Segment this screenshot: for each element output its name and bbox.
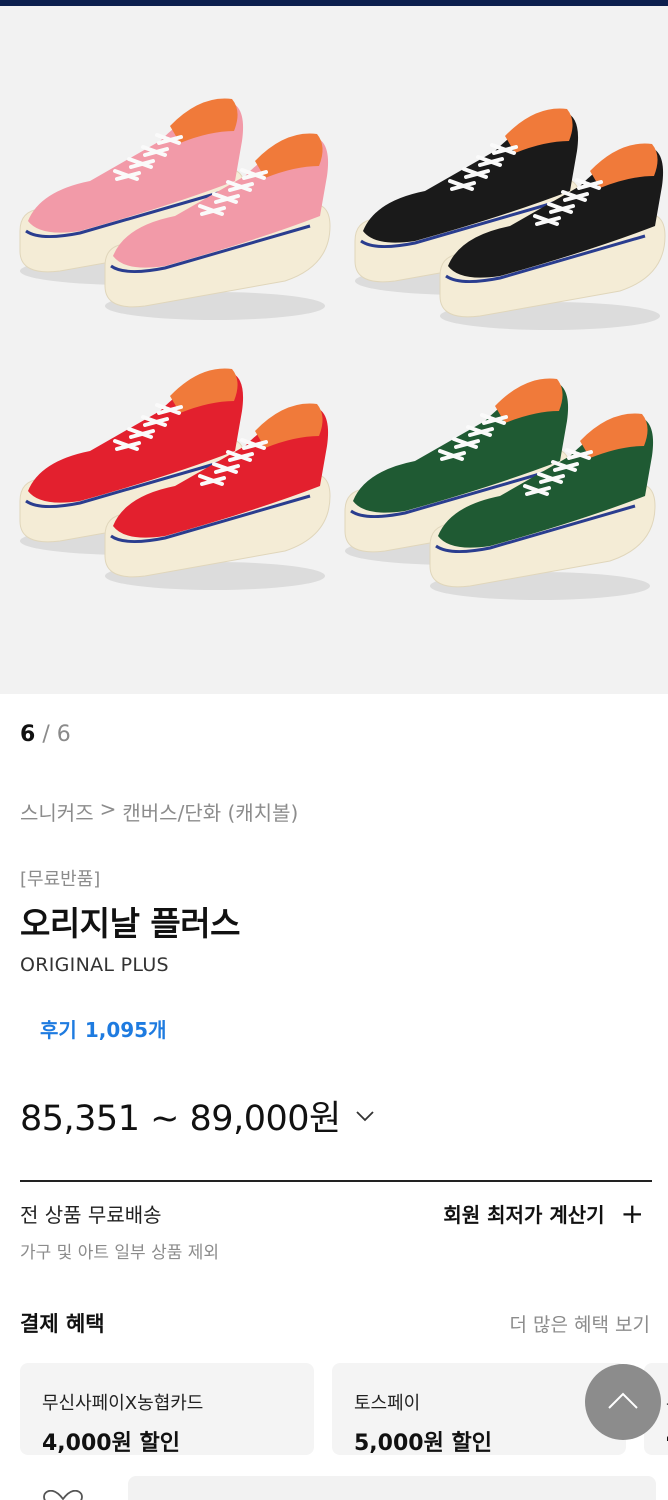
review-label: 후기 [40,1018,77,1042]
image-counter-current: 6 [20,722,36,747]
benefit-card[interactable]: 토스페이 5,000원 할인 [332,1363,626,1455]
benefit-card[interactable]: 무신사페이X농협카드 4,000원 할인 [20,1363,314,1455]
benefit-card-name: 무신사페이X농협카드 [42,1393,204,1414]
benefit-card-name: 토스페이 [354,1393,421,1414]
sneaker-pair [19,98,331,320]
chevron-down-icon [356,1110,374,1121]
benefit-card-discount: 4,000원 할인 [42,1431,180,1455]
price-range[interactable]: 85,351 ~ 89,000원 [20,1090,377,1141]
review-count: 1,095개 [84,1018,167,1042]
purchase-button[interactable] [128,1476,656,1500]
benefit-card-discount: 5,000원 할인 [354,1431,492,1455]
image-counter-total: 6 [56,722,71,747]
product-title: 오리지날 플러스 [20,904,241,943]
member-price-calculator-button[interactable]: 회원 최저가 계산기 + [443,1199,644,1228]
plus-icon: + [620,1196,644,1230]
breadcrumb: 스니커즈 > 캔버스/단화 (캐치볼) [20,797,298,826]
chevron-up-icon [608,1392,638,1409]
sneaker-image [19,98,666,600]
section-divider [20,1180,652,1182]
product-image-gallery[interactable] [0,6,668,694]
price-text: 85,351 ~ 89,000원 [20,1099,341,1139]
breadcrumb-category[interactable]: 스니커즈 [20,797,94,826]
breadcrumb-subcategory[interactable]: 캔버스/단화 (캐치볼) [122,797,298,826]
breadcrumb-separator: > [99,797,117,821]
payment-benefits-title: 결제 혜택 [20,1312,105,1336]
scroll-to-top-button[interactable] [585,1364,661,1440]
image-counter-separator: / [42,722,50,747]
sneaker-pair [19,368,331,590]
sneaker-pair [344,378,656,600]
free-shipping-note: 가구 및 아트 일부 상품 제외 [20,1243,220,1263]
image-counter: 6 / 6 [20,722,71,747]
review-link[interactable]: 후기 1,095개 [40,1014,166,1043]
more-benefits-link[interactable]: 더 많은 혜택 보기 [510,1310,650,1337]
product-title-english: ORIGINAL PLUS [20,954,169,976]
free-return-tag: [무료반품] [20,869,101,890]
heart-icon[interactable] [40,1490,86,1500]
calculator-label: 회원 최저가 계산기 [443,1203,605,1227]
sneaker-pair [354,108,666,330]
free-shipping-title: 전 상품 무료배송 [20,1203,162,1227]
